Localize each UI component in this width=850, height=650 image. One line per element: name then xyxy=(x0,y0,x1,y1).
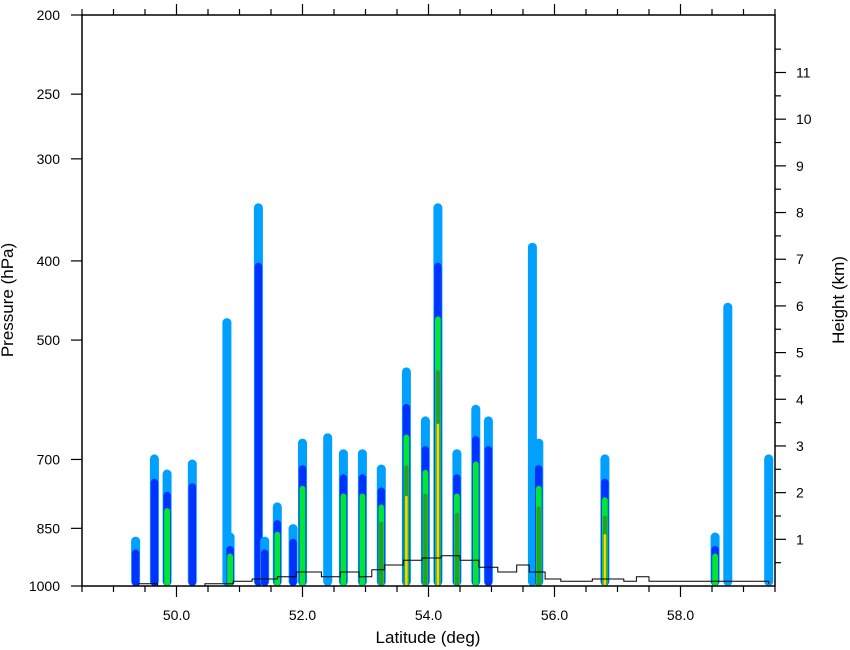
contour-column xyxy=(433,203,443,587)
contour-level-1 xyxy=(261,549,269,586)
contour-level-3 xyxy=(423,493,428,586)
pressure-tick-label: 200 xyxy=(37,7,61,23)
pressure-tick-label: 300 xyxy=(37,151,61,167)
contour-level-0 xyxy=(323,433,333,586)
contour-level-2 xyxy=(164,508,170,586)
height-tick-label: 4 xyxy=(796,391,804,407)
pressure-tick-label: 700 xyxy=(37,451,61,467)
contour-column xyxy=(401,367,411,586)
pressure-tick-label: 1000 xyxy=(29,578,60,594)
height-tick-label: 2 xyxy=(796,485,804,501)
contour-column xyxy=(298,438,307,586)
height-tick-label: 9 xyxy=(796,158,804,174)
contour-column xyxy=(483,416,493,586)
contour-level-2 xyxy=(472,461,479,586)
contour-column xyxy=(723,302,733,586)
x-tick-label: 54.0 xyxy=(415,607,442,623)
contour-level-1 xyxy=(188,483,196,586)
cross-section-chart: 50.0 52.0 54.0 56.0 58.020025030040050070085… xyxy=(0,4,848,647)
contour-column xyxy=(272,502,282,586)
pressure-tick-label: 500 xyxy=(37,332,61,348)
contour-column xyxy=(534,438,544,586)
contour-level-4 xyxy=(603,534,607,586)
right-axis-title: Height (km) xyxy=(829,256,848,344)
contour-level-1 xyxy=(289,538,297,586)
contour-column xyxy=(600,454,610,586)
contour-column xyxy=(452,449,462,586)
contour-level-3 xyxy=(379,521,384,586)
contour-level-1 xyxy=(131,549,140,586)
contour-column xyxy=(357,449,367,586)
height-tick-label: 3 xyxy=(796,438,804,454)
contour-column xyxy=(187,459,197,586)
contour-level-3 xyxy=(536,506,541,586)
height-tick-label: 6 xyxy=(796,298,804,314)
contour-level-2 xyxy=(227,553,233,586)
contour-column xyxy=(338,449,348,586)
contour-level-1 xyxy=(484,446,493,586)
contour-level-0 xyxy=(764,454,774,586)
x-tick-label: 50.0 xyxy=(163,607,190,623)
height-tick-label: 5 xyxy=(796,345,804,361)
contour-level-0 xyxy=(723,302,733,586)
contour-column xyxy=(764,454,774,586)
contour-level-4 xyxy=(405,495,408,586)
x-axis-title: Latitude (deg) xyxy=(376,628,481,647)
contour-column xyxy=(131,536,141,586)
contour-level-3 xyxy=(454,512,459,586)
height-tick-label: 11 xyxy=(796,64,811,80)
height-tick-label: 8 xyxy=(796,205,804,221)
x-tick-label: 58.0 xyxy=(667,607,694,623)
contour-column xyxy=(253,203,263,587)
contour-column xyxy=(323,433,333,586)
pressure-tick-label: 850 xyxy=(37,520,61,536)
height-tick-label: 1 xyxy=(796,531,804,547)
left-axis-title: Pressure (hPa) xyxy=(0,243,17,357)
contour-column xyxy=(710,532,720,586)
height-tick-label: 7 xyxy=(796,251,804,267)
contour-level-1 xyxy=(254,262,263,586)
height-tick-label: 10 xyxy=(796,111,812,127)
contour-level-4 xyxy=(436,423,440,586)
contour-column xyxy=(149,454,159,586)
x-tick-label: 52.0 xyxy=(289,607,316,623)
contour-column xyxy=(162,469,172,586)
contour-level-2 xyxy=(359,493,366,586)
contour-column xyxy=(471,404,481,586)
x-tick-label: 56.0 xyxy=(541,607,568,623)
contour-column xyxy=(225,532,235,586)
contour-level-2 xyxy=(299,485,306,586)
contour-level-1 xyxy=(150,478,159,586)
pressure-tick-label: 400 xyxy=(37,253,61,269)
pressure-tick-label: 250 xyxy=(37,86,61,102)
